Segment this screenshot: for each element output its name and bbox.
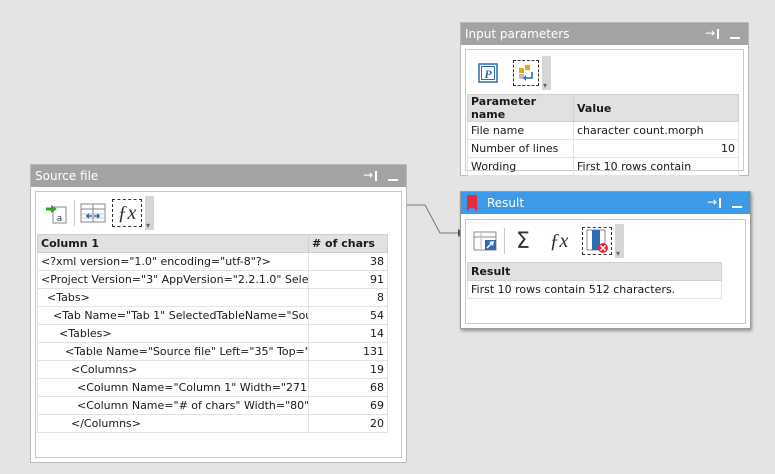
xml-line-cell[interactable]: <Columns> <box>37 360 309 379</box>
insert-parameter-icon <box>519 65 533 81</box>
source-file-panel: Source file a <box>30 164 407 463</box>
char-count-cell[interactable]: 38 <box>308 252 388 271</box>
input-parameters-body: P Parameter name Value <box>465 49 744 176</box>
pin-icon[interactable] <box>707 191 722 213</box>
minimize-icon[interactable] <box>730 196 744 210</box>
parameter-name-cell[interactable]: File name <box>467 121 574 140</box>
pin-icon[interactable] <box>363 164 378 186</box>
input-parameters-titlebar[interactable]: Input parameters <box>461 22 748 45</box>
import-file-button[interactable]: a <box>42 199 70 227</box>
table-row[interactable]: <?xml version="1.0" encoding="utf-8"?> 38 <box>37 252 388 271</box>
char-count-cell[interactable]: 54 <box>308 306 388 325</box>
function-icon: ƒx <box>117 201 137 224</box>
toolbar-separator <box>74 200 75 226</box>
source-file-titlebar[interactable]: Source file <box>31 164 406 187</box>
result-table: Result First 10 rows contain 512 charact… <box>467 262 722 299</box>
result-body: Σ ƒx Result <box>465 219 746 324</box>
panel-title: Result <box>487 196 525 210</box>
bookmark-icon[interactable] <box>467 195 477 211</box>
panel-title: Source file <box>35 169 99 183</box>
toolbar-separator <box>504 228 505 254</box>
parameter-value-cell[interactable]: 10 <box>573 139 739 158</box>
insert-parameter-button[interactable] <box>512 59 540 87</box>
xml-line-cell[interactable]: <Project Version="3" AppVersion="2.2.1.0… <box>37 270 309 289</box>
remove-column-button[interactable] <box>581 226 613 256</box>
column-header-char-count[interactable]: # of chars <box>308 234 388 253</box>
toolbar-overflow[interactable] <box>145 196 154 230</box>
xml-line-cell[interactable]: <Tab Name="Tab 1" SelectedTableName="Sou… <box>37 306 309 325</box>
parameters-header-row: Parameter name Value <box>467 94 739 122</box>
result-cell[interactable]: First 10 rows contain 512 characters. <box>467 280 722 299</box>
sum-button[interactable]: Σ <box>509 227 537 255</box>
column-header-column-1[interactable]: Column 1 <box>37 234 309 253</box>
source-header-row: Column 1 # of chars <box>37 234 388 253</box>
import-file-icon: a <box>46 205 67 224</box>
char-count-cell[interactable]: 20 <box>308 414 388 433</box>
char-count-cell[interactable]: 69 <box>308 396 388 415</box>
parameter-icon: P <box>478 63 498 83</box>
split-columns-button[interactable] <box>79 199 107 227</box>
xml-line-cell[interactable]: <Table Name="Source file" Left="35" Top=… <box>37 342 309 361</box>
table-row[interactable]: <Project Version="3" AppVersion="2.2.1.0… <box>37 270 388 289</box>
minimize-icon[interactable] <box>386 169 400 183</box>
source-toolbar: a ƒx <box>42 196 154 230</box>
panel-title: Input parameters <box>465 27 570 41</box>
column-header-value[interactable]: Value <box>573 94 739 122</box>
export-table-button[interactable] <box>472 227 500 255</box>
source-file-body: a ƒx ▾ Column 1 # of chars <?xml version… <box>35 191 402 458</box>
result-titlebar[interactable]: Result <box>461 191 750 214</box>
formula-button[interactable]: ƒx <box>545 227 573 255</box>
table-row[interactable]: First 10 rows contain 512 characters. <box>467 280 722 299</box>
input-toolbar: P <box>474 56 551 90</box>
table-row[interactable]: <Column Name="# of chars" Width="80" F..… <box>37 396 388 415</box>
sigma-icon: Σ <box>516 228 530 254</box>
parameters-table: Parameter name Value File name character … <box>467 94 739 176</box>
formula-button[interactable]: ƒx <box>111 198 143 228</box>
source-table: Column 1 # of chars <?xml version="1.0" … <box>37 234 388 433</box>
table-row[interactable]: <Column Name="Column 1" Width="271"... 68 <box>37 378 388 397</box>
table-row[interactable]: Number of lines 10 <box>467 139 739 158</box>
toolbar-overflow[interactable] <box>615 224 624 258</box>
column-header-parameter-name[interactable]: Parameter name <box>467 94 574 122</box>
parameter-button[interactable]: P <box>474 59 502 87</box>
table-row[interactable]: <Tables> 14 <box>37 324 388 343</box>
table-row[interactable]: File name character count.morph <box>467 121 739 140</box>
table-row[interactable]: <Table Name="Source file" Left="35" Top=… <box>37 342 388 361</box>
char-count-cell[interactable]: 68 <box>308 378 388 397</box>
char-count-cell[interactable]: 19 <box>308 360 388 379</box>
xml-line-cell[interactable]: <Tables> <box>37 324 309 343</box>
parameter-name-cell[interactable]: Number of lines <box>467 139 574 158</box>
char-count-cell[interactable]: 91 <box>308 270 388 289</box>
parameter-value-cell[interactable]: First 10 rows contain <box>573 157 739 176</box>
table-row[interactable]: <Tab Name="Tab 1" SelectedTableName="Sou… <box>37 306 388 325</box>
result-panel: Result Σ ƒx <box>460 191 751 329</box>
parameter-value-cell[interactable]: character count.morph <box>573 121 739 140</box>
table-row[interactable]: </Columns> 20 <box>37 414 388 433</box>
toolbar-overflow[interactable] <box>542 56 551 90</box>
export-table-icon <box>473 231 497 251</box>
char-count-cell[interactable]: 131 <box>308 342 388 361</box>
table-row[interactable]: Wording First 10 rows contain <box>467 157 739 176</box>
minimize-icon[interactable] <box>728 27 742 41</box>
result-toolbar: Σ ƒx <box>472 224 624 258</box>
table-row[interactable]: <Tabs> 8 <box>37 288 388 307</box>
table-row[interactable]: <Columns> 19 <box>37 360 388 379</box>
input-parameters-panel: Input parameters P <box>460 22 749 176</box>
column-header-result[interactable]: Result <box>467 262 722 281</box>
char-count-cell[interactable]: 8 <box>308 288 388 307</box>
split-columns-icon <box>80 203 106 223</box>
xml-line-cell[interactable]: <?xml version="1.0" encoding="utf-8"?> <box>37 252 309 271</box>
parameter-letter: P <box>484 67 492 81</box>
svg-text:a: a <box>57 214 63 224</box>
result-header-row: Result <box>467 262 722 281</box>
xml-line-cell[interactable]: </Columns> <box>37 414 309 433</box>
xml-line-cell[interactable]: <Column Name="Column 1" Width="271"... <box>37 378 309 397</box>
xml-line-cell[interactable]: <Column Name="# of chars" Width="80" F..… <box>37 396 309 415</box>
pin-icon[interactable] <box>705 22 720 44</box>
parameter-name-cell[interactable]: Wording <box>467 157 574 176</box>
xml-line-cell[interactable]: <Tabs> <box>37 288 309 307</box>
function-icon: ƒx <box>549 229 569 252</box>
char-count-cell[interactable]: 14 <box>308 324 388 343</box>
remove-column-icon <box>586 229 608 253</box>
